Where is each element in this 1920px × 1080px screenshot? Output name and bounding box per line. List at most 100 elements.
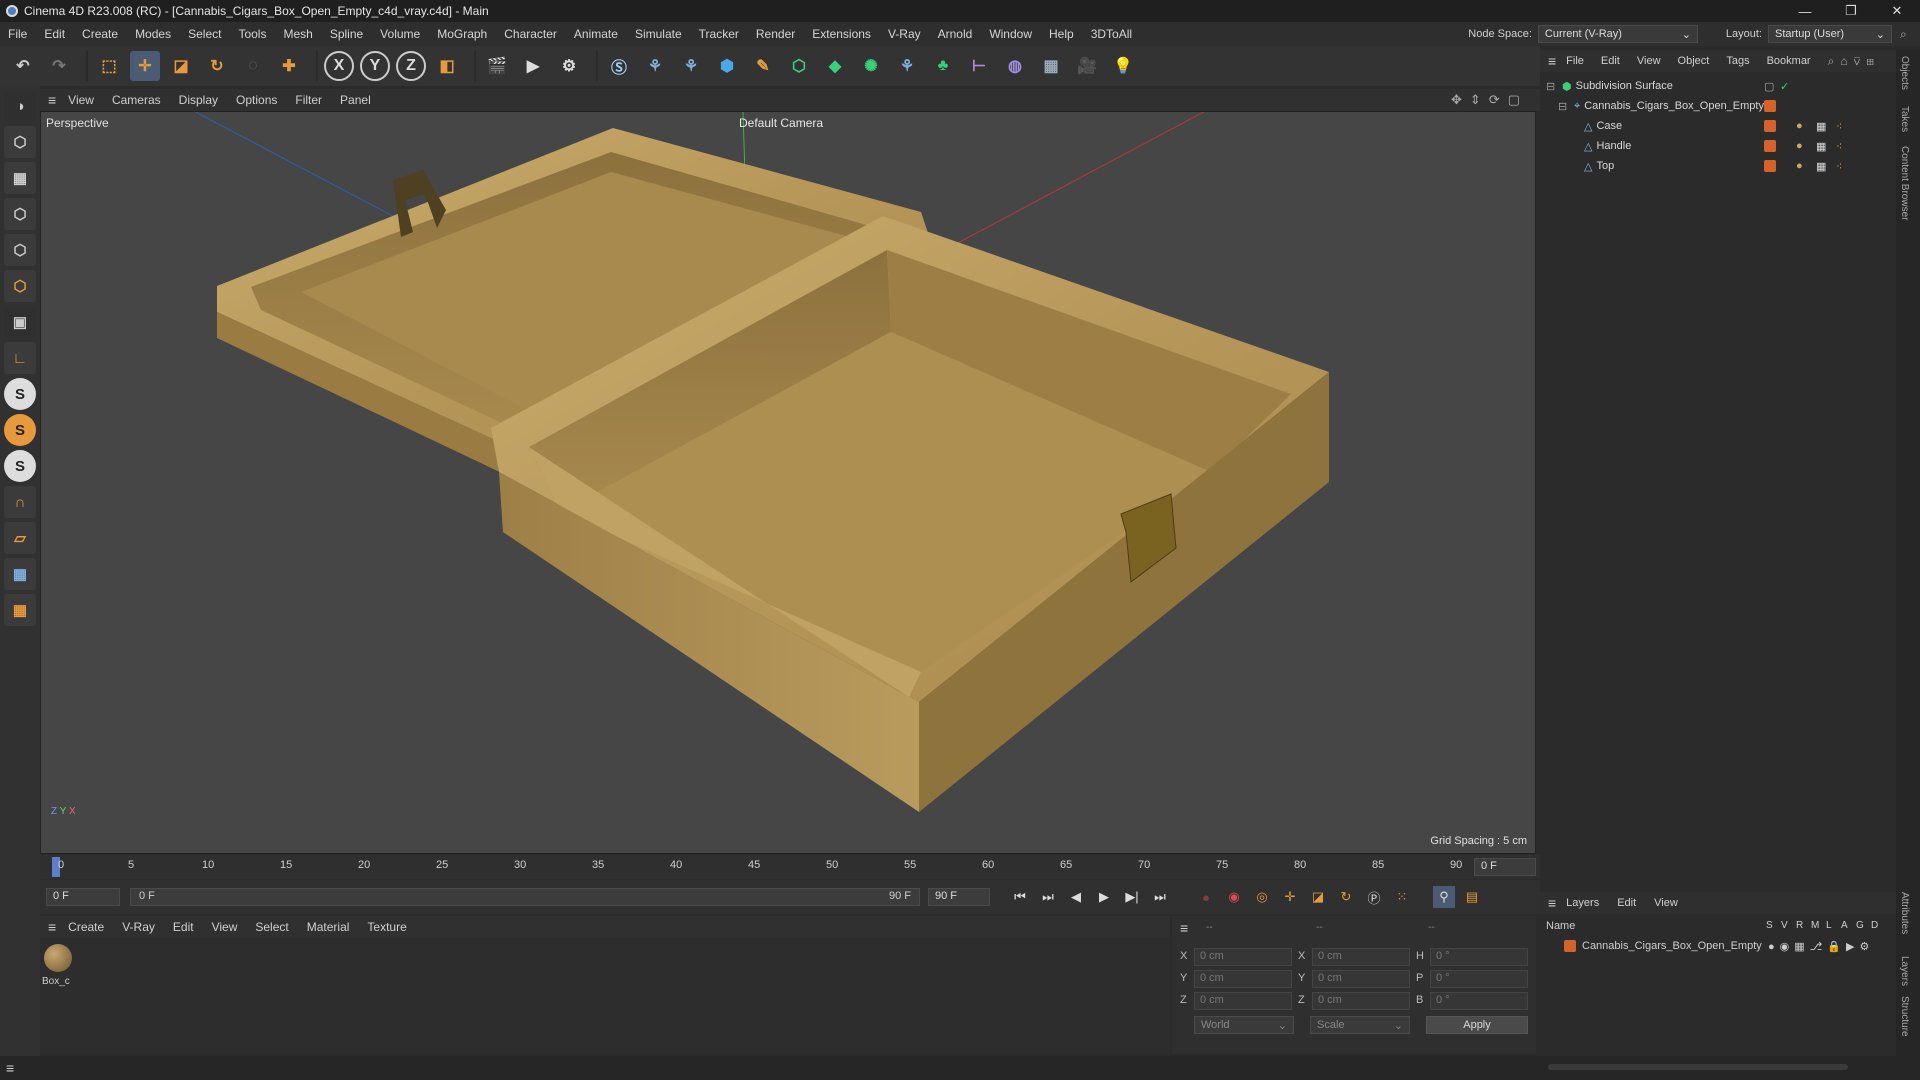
layer-row[interactable]: Cannabis_Cigars_Box_Open_Empty ●◉▦⎇🔒▶⚙: [1540, 936, 1896, 956]
object-row[interactable]: △ Top ● ▦ ⁖: [1540, 156, 1896, 176]
recent-tools-icon[interactable]: ◌: [238, 51, 268, 81]
x-axis-lock-icon[interactable]: X: [324, 51, 354, 81]
object-row[interactable]: △ Handle ● ▦ ⁖: [1540, 136, 1896, 156]
close-button[interactable]: ✕: [1874, 0, 1920, 22]
points-mode-icon[interactable]: ⬡: [4, 198, 36, 230]
menu-modes[interactable]: Modes: [135, 27, 171, 41]
tree-expand-icon[interactable]: ⊟: [1558, 100, 1570, 113]
render-settings-icon[interactable]: ⚙: [554, 51, 584, 81]
rotation-b-field[interactable]: 0 °: [1430, 992, 1528, 1010]
material-name[interactable]: Box_c: [42, 976, 70, 987]
layer-col-locked[interactable]: L: [1826, 920, 1841, 931]
range-slider[interactable]: 0 F 90 F: [130, 888, 920, 906]
viewport-menu-options[interactable]: Options: [236, 93, 277, 107]
coordinate-system-icon[interactable]: ◧: [432, 51, 462, 81]
material-swatch[interactable]: [44, 944, 72, 972]
undo-icon[interactable]: ↶: [8, 51, 38, 81]
make-editable-icon[interactable]: ◑: [4, 90, 36, 122]
subdivision-icon[interactable]: ⬡: [784, 51, 814, 81]
object-name[interactable]: Subdivision Surface: [1576, 80, 1673, 92]
menu-volume[interactable]: Volume: [380, 27, 420, 41]
tab-takes[interactable]: Takes: [1899, 106, 1910, 132]
hamburger-icon[interactable]: ≡: [1180, 920, 1188, 936]
layer-col-render[interactable]: R: [1796, 920, 1811, 931]
start-frame-field[interactable]: 0 F: [46, 888, 120, 906]
uvw-tag-icon[interactable]: ⁖: [1836, 160, 1842, 173]
objects-menu-view[interactable]: View: [1637, 55, 1661, 67]
menu-mesh[interactable]: Mesh: [283, 27, 312, 41]
size-y-field[interactable]: 0 cm: [1312, 970, 1410, 988]
minimize-button[interactable]: —: [1782, 0, 1828, 22]
menu-file[interactable]: File: [8, 27, 27, 41]
record-disabled-icon[interactable]: ●: [1195, 886, 1217, 908]
material-tag-icon[interactable]: ●: [1796, 160, 1803, 172]
key-scale-icon[interactable]: ◪: [1307, 886, 1329, 908]
key-pla-icon[interactable]: ⁙: [1391, 886, 1413, 908]
mograph-cloner-icon[interactable]: ✺: [856, 51, 886, 81]
deformer-icon[interactable]: ♣: [928, 51, 958, 81]
step-back-icon[interactable]: ◀: [1065, 886, 1087, 908]
objects-menu-file[interactable]: File: [1566, 55, 1584, 67]
edit-toggle-icon[interactable]: ▢: [1764, 80, 1774, 93]
move-icon[interactable]: ✛: [130, 51, 160, 81]
go-to-end-icon[interactable]: ⏭: [1149, 886, 1171, 908]
render-picture-viewer-icon[interactable]: ▶: [518, 51, 548, 81]
snap-enable-icon[interactable]: S: [4, 450, 36, 482]
timeline-ruler[interactable]: 0 5 10 15 20 25 30 35 40 45 50 55 60 65 …: [40, 855, 1540, 879]
play-icon[interactable]: ▶: [1093, 886, 1115, 908]
layer-col-solo[interactable]: S: [1766, 920, 1781, 931]
python-icon[interactable]: ⚘: [640, 51, 670, 81]
rotation-p-field[interactable]: 0 °: [1430, 970, 1528, 988]
layers-menu-view[interactable]: View: [1654, 897, 1678, 909]
material-menu-vray[interactable]: V-Ray: [122, 920, 155, 934]
objects-toolbar-icons[interactable]: ⌕⌂⊽⊞: [1828, 54, 1880, 69]
object-name[interactable]: Handle: [1596, 140, 1631, 152]
coord-mode-dropdown[interactable]: World ⌄: [1194, 1016, 1294, 1034]
pen-icon[interactable]: ✎: [748, 51, 778, 81]
menu-create[interactable]: Create: [82, 27, 118, 41]
step-forward-icon[interactable]: ▶|: [1121, 886, 1143, 908]
layer-col-manager[interactable]: M: [1811, 920, 1826, 931]
quantize-icon[interactable]: ▦: [4, 594, 36, 626]
apply-button[interactable]: Apply: [1426, 1016, 1528, 1034]
menu-render[interactable]: Render: [756, 27, 795, 41]
menu-select[interactable]: Select: [188, 27, 221, 41]
measure-icon[interactable]: ⊢: [964, 51, 994, 81]
keyframe-selection-icon[interactable]: ◎: [1251, 886, 1273, 908]
extrude-icon[interactable]: ◆: [820, 51, 850, 81]
menu-edit[interactable]: Edit: [44, 27, 65, 41]
hamburger-icon[interactable]: ≡: [1548, 53, 1556, 69]
position-y-field[interactable]: 0 cm: [1194, 970, 1292, 988]
cube-icon[interactable]: ⬢: [712, 51, 742, 81]
viewport-menu-cameras[interactable]: Cameras: [112, 93, 161, 107]
material-menu-material[interactable]: Material: [307, 920, 350, 934]
polygons-mode-icon[interactable]: ⬡: [4, 270, 36, 302]
render-view-icon[interactable]: 🎬: [482, 51, 512, 81]
uvw-tag-icon[interactable]: ⁖: [1836, 120, 1842, 133]
layers-menu-edit[interactable]: Edit: [1617, 897, 1636, 909]
floor-icon[interactable]: ▦: [1036, 51, 1066, 81]
position-x-field[interactable]: 0 cm: [1194, 948, 1292, 966]
layer-flag-icons[interactable]: ●◉▦⎇🔒▶⚙: [1768, 940, 1874, 953]
material-menu-texture[interactable]: Texture: [367, 920, 406, 934]
size-mode-dropdown[interactable]: Scale ⌄: [1310, 1016, 1410, 1034]
menu-3dtoall[interactable]: 3DToAll: [1091, 27, 1132, 41]
texture-tag-icon[interactable]: ▦: [1816, 140, 1826, 153]
texture-tag-icon[interactable]: ▦: [1816, 120, 1826, 133]
material-tag-icon[interactable]: ●: [1796, 120, 1803, 132]
light-icon[interactable]: 💡: [1108, 51, 1138, 81]
position-z-field[interactable]: 0 cm: [1194, 992, 1292, 1010]
horizontal-scrollbar[interactable]: [1548, 1064, 1848, 1070]
texture-mode-icon[interactable]: ▦: [4, 162, 36, 194]
vray-icon[interactable]: Ⓢ: [604, 51, 634, 81]
viewport-menu-display[interactable]: Display: [179, 93, 218, 107]
menu-vray[interactable]: V-Ray: [888, 27, 921, 41]
hamburger-icon[interactable]: ≡: [6, 1060, 14, 1076]
scale-icon[interactable]: ◪: [166, 51, 196, 81]
enabled-check-icon[interactable]: ✓: [1780, 80, 1789, 93]
key-rotation-icon[interactable]: ↻: [1335, 886, 1357, 908]
scene-icon[interactable]: ◍: [1000, 51, 1030, 81]
objects-menu-bookmarks[interactable]: Bookmar: [1767, 55, 1811, 67]
objects-menu-object[interactable]: Object: [1678, 55, 1710, 67]
snap-settings-icon[interactable]: S: [4, 414, 36, 446]
